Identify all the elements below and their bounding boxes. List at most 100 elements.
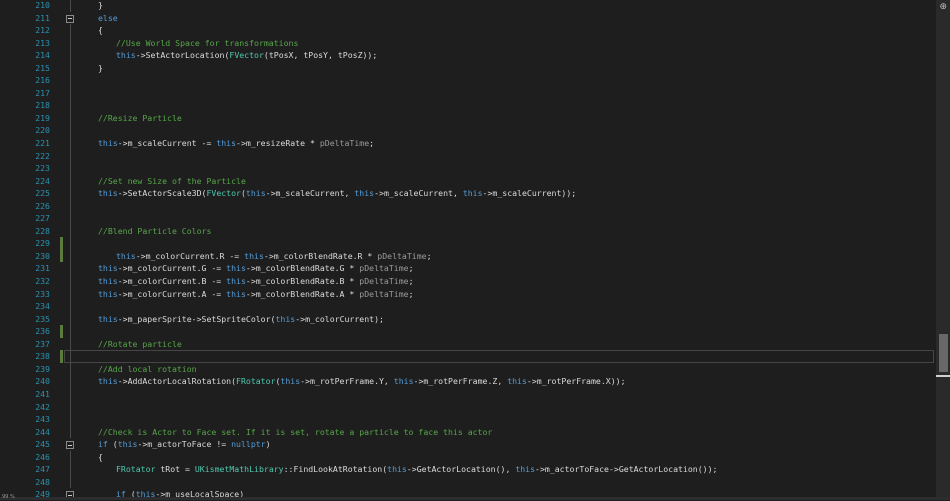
code-line[interactable]: 245 if (this->m_actorToFace != nullptr)	[8, 438, 934, 451]
code-line[interactable]: 244 //Check is Actor to Face set. If it i…	[8, 425, 934, 439]
code-line[interactable]: 229	[8, 237, 934, 250]
code-line[interactable]: 228 //Blend Particle Colors	[8, 224, 934, 238]
code-line[interactable]: 227	[8, 212, 934, 225]
code-text[interactable]: //Rotate particle	[98, 338, 182, 351]
code-line[interactable]: 237 //Rotate particle	[8, 337, 934, 351]
code-text[interactable]: this->m_colorCurrent.R -= this->m_colorB…	[116, 250, 432, 263]
code-text[interactable]: else	[98, 12, 118, 25]
code-text[interactable]: if (this->m_actorToFace != nullptr)	[98, 438, 271, 451]
code-area[interactable]: 210} 211 else 212{213//Use World Space for …	[8, 0, 934, 501]
code-line[interactable]: 215}	[8, 61, 934, 75]
scrollbar-thumb[interactable]	[939, 334, 948, 372]
code-text[interactable]: //Check is Actor to Face set. If it is s…	[98, 426, 492, 439]
fold-minus-icon[interactable]	[66, 441, 74, 450]
code-text[interactable]: {	[98, 451, 103, 464]
code-line[interactable]: 247 FRotator tRot = UKismetMathLibrary::F…	[8, 463, 934, 476]
fold-guide	[69, 74, 71, 87]
fold-guide	[69, 61, 71, 75]
code-text[interactable]: }	[98, 0, 103, 12]
code-line[interactable]: 213 //Use World Space for transformations	[8, 36, 934, 50]
zoom-level[interactable]: 99 %	[2, 495, 15, 500]
keyword-token: this	[226, 263, 246, 274]
code-line[interactable]: 232 this->m_colorCurrent.B -= this->m_col…	[8, 275, 934, 288]
code-line[interactable]: 211 else	[8, 12, 934, 25]
code-token: .B *	[334, 276, 360, 287]
code-line[interactable]: 246 {	[8, 450, 934, 464]
code-text[interactable]: }	[98, 62, 103, 75]
code-line[interactable]: 233 this->m_colorCurrent.A -= this->m_col…	[8, 287, 934, 301]
comment-token: //Check is Actor to Face set. If it is s…	[98, 426, 493, 437]
member-token: m_colorCurrent	[127, 288, 197, 299]
code-token: ->	[117, 288, 128, 299]
code-text[interactable]: //Set new Size of the Particle	[98, 175, 246, 188]
code-token: ->	[245, 263, 256, 274]
code-text[interactable]: this->SetActorScale3D(FVector(this->m_sc…	[98, 187, 576, 200]
code-line[interactable]: 212 {	[8, 24, 934, 37]
code-text[interactable]: this->m_scaleCurrent -= this->m_resizeRa…	[98, 137, 374, 150]
fold-minus-icon[interactable]	[66, 14, 74, 23]
fold-guide	[69, 413, 71, 426]
code-editor[interactable]: 210} 211 else 212{213//Use World Space for …	[0, 0, 950, 500]
code-line[interactable]: 224 //Set new Size of the Particle	[8, 174, 934, 188]
code-line[interactable]: 234	[8, 300, 934, 313]
code-text[interactable]: //Resize Particle	[98, 112, 182, 125]
code-line[interactable]: 239 //Add local rotation	[8, 362, 934, 376]
code-line[interactable]: 210}	[8, 0, 934, 12]
member-token: m_colorCurrent	[305, 313, 375, 324]
line-number: 232	[35, 276, 50, 287]
code-text[interactable]: {	[98, 24, 103, 37]
comment-token: //Blend Particle Colors	[98, 225, 212, 236]
code-line[interactable]: 230 this->m_colorCurrent.R -= this->m_col…	[8, 249, 934, 263]
code-line[interactable]: 236	[8, 325, 934, 338]
code-line[interactable]: 231 this->m_colorCurrent.G -= this->m_col…	[8, 262, 934, 276]
code-text[interactable]: //Add local rotation	[98, 363, 197, 376]
code-text[interactable]: FRotator tRot = UKismetMathLibrary::Find…	[116, 463, 717, 476]
code-line[interactable]: 214 this->SetActorLocation(FVector(tPosX,…	[8, 49, 934, 62]
scroll-up-icon[interactable]: ⊕	[939, 3, 947, 12]
line-number: 225	[35, 188, 50, 199]
fold-guide	[69, 312, 71, 326]
code-text[interactable]: this->AddActorLocalRotation(FRotator(thi…	[98, 375, 626, 388]
code-token: ->	[406, 464, 417, 475]
code-token: ->	[117, 188, 128, 199]
code-line[interactable]: 221 this->m_scaleCurrent -= this->m_resiz…	[8, 137, 934, 150]
change-marker	[60, 237, 63, 250]
code-text[interactable]: //Use World Space for transformations	[116, 37, 298, 50]
code-line[interactable]: 225 this->SetActorScale3D(FVector(this->m…	[8, 187, 934, 200]
fold-guide	[69, 249, 71, 263]
type-token: FVector	[229, 50, 264, 61]
code-line[interactable]: 243	[8, 413, 934, 426]
code-text[interactable]: this->SetActorLocation(FVector(tPosX, tP…	[116, 49, 377, 62]
code-line[interactable]: 240 this->AddActorLocalRotation(FRotator(…	[8, 375, 934, 388]
code-line[interactable]: 216	[8, 74, 934, 87]
code-line[interactable]: 218	[8, 99, 934, 112]
code-text[interactable]: this->m_colorCurrent.A -= this->m_colorB…	[98, 288, 414, 301]
code-line[interactable]: 217	[8, 86, 934, 100]
code-token: ->	[608, 464, 619, 475]
line-number: 217	[35, 87, 50, 98]
code-line[interactable]: 219 //Resize Particle	[8, 111, 934, 125]
code-token: ->	[135, 250, 146, 261]
code-line[interactable]: 242	[8, 400, 934, 414]
keyword-token: this	[98, 313, 118, 324]
line-number: 234	[35, 301, 50, 312]
keyword-token: this	[462, 188, 483, 199]
code-line[interactable]: 248	[8, 475, 934, 489]
code-text[interactable]: this->m_paperSprite->SetSpriteColor(this…	[98, 313, 384, 326]
code-line[interactable]: 226	[8, 199, 934, 213]
code-line[interactable]: 223	[8, 162, 934, 175]
vertical-scrollbar[interactable]: ⊕	[936, 0, 950, 500]
code-token: !=	[211, 439, 232, 450]
fold-guide	[69, 99, 71, 112]
code-line[interactable]: 222	[8, 149, 934, 163]
comment-token: //Rotate particle	[98, 338, 182, 349]
code-line[interactable]: 220	[8, 124, 934, 138]
member-token: m_rotPerFrame	[309, 376, 375, 387]
code-line[interactable]: 235 this->m_paperSprite->SetSpriteColor(t…	[8, 312, 934, 326]
comment-token: //Add local rotation	[98, 363, 197, 374]
code-line[interactable]: 241	[8, 387, 934, 401]
code-text[interactable]: //Blend Particle Colors	[98, 225, 211, 238]
code-text[interactable]: this->m_colorCurrent.B -= this->m_colorB…	[98, 275, 414, 288]
current-code-line[interactable]: 238	[8, 350, 934, 363]
code-text[interactable]: this->m_colorCurrent.G -= this->m_colorB…	[98, 262, 414, 275]
